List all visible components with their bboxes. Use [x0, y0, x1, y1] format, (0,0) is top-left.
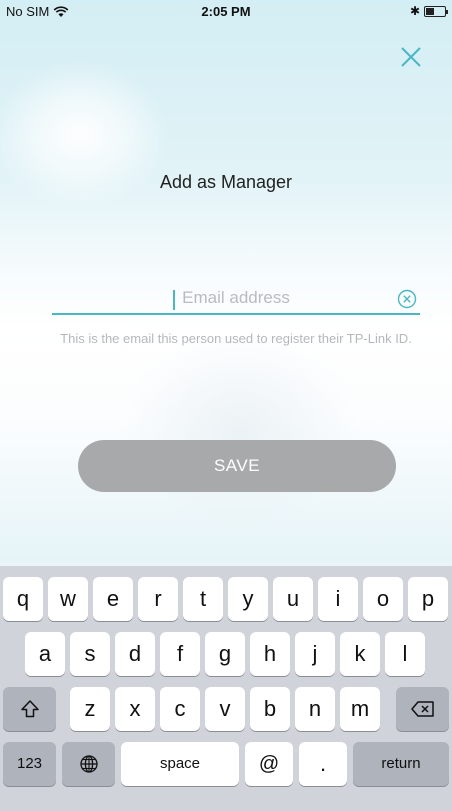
key-j[interactable]: j	[295, 632, 335, 676]
status-time: 2:05 PM	[201, 4, 251, 19]
key-f[interactable]: f	[160, 632, 200, 676]
key-r[interactable]: r	[138, 577, 178, 621]
status-bar: No SIM 2:05 PM ✱	[0, 0, 452, 22]
keyboard: q w e r t y u i o p a s d f g h j k l z …	[0, 566, 452, 811]
key-b[interactable]: b	[250, 687, 290, 731]
clear-circle-icon	[397, 289, 417, 309]
close-button[interactable]	[396, 42, 426, 72]
key-e[interactable]: e	[93, 577, 133, 621]
shift-key[interactable]	[3, 687, 56, 731]
key-t[interactable]: t	[183, 577, 223, 621]
key-a[interactable]: a	[25, 632, 65, 676]
key-k[interactable]: k	[340, 632, 380, 676]
save-button[interactable]: SAVE	[78, 440, 396, 492]
key-h[interactable]: h	[250, 632, 290, 676]
status-right: ✱	[409, 4, 448, 18]
page-title: Add as Manager	[159, 172, 293, 192]
dot-key[interactable]: .	[299, 742, 347, 786]
key-u[interactable]: u	[273, 577, 313, 621]
globe-key[interactable]	[62, 742, 115, 786]
key-m[interactable]: m	[340, 687, 380, 731]
backspace-icon	[410, 701, 434, 717]
key-i[interactable]: i	[318, 577, 358, 621]
key-w[interactable]: w	[48, 577, 88, 621]
key-x[interactable]: x	[115, 687, 155, 731]
clear-button[interactable]	[396, 288, 418, 310]
return-key[interactable]: return	[353, 742, 449, 786]
delete-key[interactable]	[396, 687, 449, 731]
key-z[interactable]: z	[70, 687, 110, 731]
space-key[interactable]: space	[121, 742, 239, 786]
key-c[interactable]: c	[160, 687, 200, 731]
key-s[interactable]: s	[70, 632, 110, 676]
background-glow-lower	[120, 330, 360, 530]
shift-icon	[20, 700, 39, 718]
key-d[interactable]: d	[115, 632, 155, 676]
email-field[interactable]	[52, 283, 420, 315]
key-q[interactable]: q	[3, 577, 43, 621]
key-g[interactable]: g	[205, 632, 245, 676]
text-cursor	[173, 290, 175, 310]
battery-icon	[424, 5, 448, 17]
add-manager-screen: No SIM 2:05 PM ✱ Add as Manager Email ad…	[0, 0, 452, 811]
key-v[interactable]: v	[205, 687, 245, 731]
key-n[interactable]: n	[295, 687, 335, 731]
at-key[interactable]: @	[245, 742, 293, 786]
bluetooth-icon: ✱	[409, 4, 420, 18]
key-l[interactable]: l	[385, 632, 425, 676]
close-icon	[401, 47, 421, 67]
globe-icon	[79, 755, 98, 773]
email-field-wrapper	[52, 283, 420, 317]
numbers-key[interactable]: 123	[3, 742, 56, 786]
key-y[interactable]: y	[228, 577, 268, 621]
key-o[interactable]: o	[363, 577, 403, 621]
key-p[interactable]: p	[408, 577, 448, 621]
helper-text: This is the email this person used to re…	[60, 331, 412, 346]
